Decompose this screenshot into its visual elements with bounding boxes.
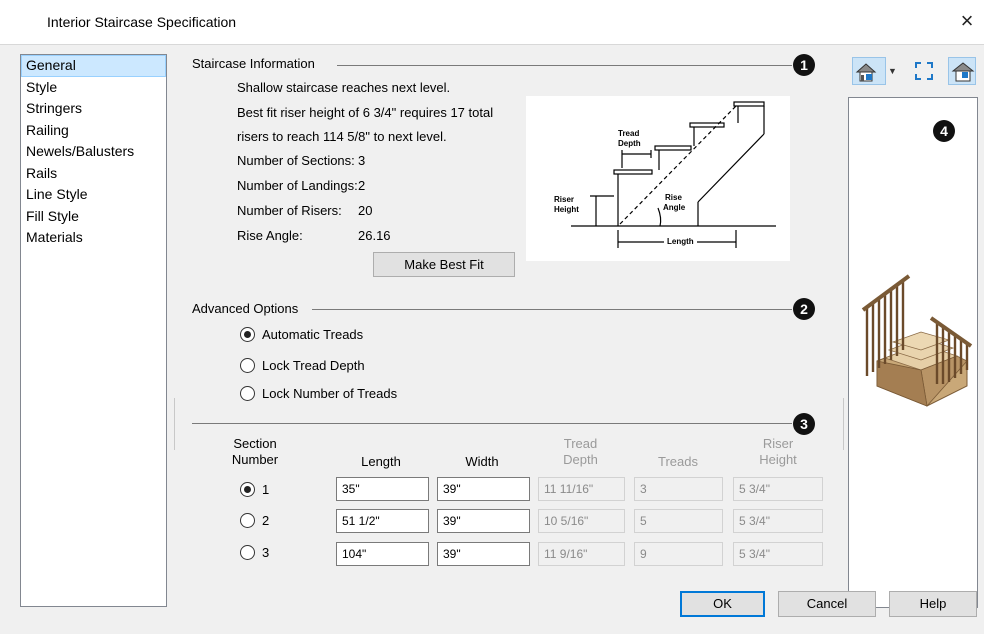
section-2-treads-field: 5 [634,509,723,533]
rise-angle-value: 26.16 [358,228,391,243]
sidebar-item-newels-balusters[interactable]: Newels/Balusters [21,141,166,163]
splitter-handle-left[interactable] [174,398,175,450]
column-header-treads: Treads [658,454,698,469]
sidebar-item-style[interactable]: Style [21,77,166,99]
stair-dimension-diagram: Tread Depth Riser Height Rise Angle Leng… [526,96,790,261]
header-line: Depth [563,452,598,467]
diagram-label-length: Length [664,237,697,246]
staircase-info-heading: Staircase Information [192,56,315,71]
automatic-treads-radio[interactable] [240,327,255,342]
section-1-length-input[interactable]: 35" [336,477,429,501]
column-header-tread-depth: Tread Depth [538,436,623,468]
diagram-label-depth: Depth [618,139,641,148]
sections-value: 3 [358,153,366,168]
diagram-label-tread: Tread [618,129,640,138]
diagram-label-angle: Angle [663,203,686,212]
sidebar-item-materials[interactable]: Materials [21,227,166,249]
sidebar-item-rails[interactable]: Rails [21,163,166,185]
3d-preview-pane[interactable]: 4 [848,97,978,608]
title-bar: Interior Staircase Specification × [0,0,984,44]
callout-badge-3: 3 [793,413,815,435]
column-header-section-number: Section Number [225,436,285,468]
section-3-length-input[interactable]: 104" [336,542,429,566]
lock-tread-depth-radio[interactable] [240,358,255,373]
splitter-handle-right[interactable] [843,398,844,450]
lock-number-of-treads-label[interactable]: Lock Number of Treads [262,386,397,401]
callout-badge-4: 4 [933,120,955,142]
section-3-riser-height-field: 5 3/4" [733,542,823,566]
header-line: Section [233,436,277,451]
section-3-radio[interactable] [240,545,255,560]
sidebar-item-line-style[interactable]: Line Style [21,184,166,206]
stair-diagram-svg [571,101,776,248]
cancel-button[interactable]: Cancel [778,591,876,617]
section-1-tread-depth-field: 11 11/16" [538,477,625,501]
callout-badge-2: 2 [793,298,815,320]
section-2-length-input[interactable]: 51 1/2" [336,509,429,533]
info-message-line-3: risers to reach 114 5/8" to next level. [237,129,447,144]
diagram-label-rise: Rise [665,193,682,202]
section-rule [312,309,792,310]
info-message-line-1: Shallow staircase reaches next level. [237,80,451,95]
rise-angle-label: Rise Angle: [237,228,303,243]
callout-badge-1: 1 [793,54,815,76]
camera-view-icon[interactable] [852,57,886,85]
column-header-length: Length [361,454,401,469]
header-line: Height [759,452,797,467]
lock-number-of-treads-radio[interactable] [240,386,255,401]
risers-value: 20 [358,203,373,218]
section-3-number[interactable]: 3 [262,545,269,560]
title-divider [0,44,984,45]
section-1-number[interactable]: 1 [262,482,269,497]
column-header-width: Width [465,454,499,469]
make-best-fit-button[interactable]: Make Best Fit [373,252,515,277]
header-line: Riser [762,436,794,451]
lock-tread-depth-label[interactable]: Lock Tread Depth [262,358,365,373]
section-3-width-input[interactable]: 39" [437,542,530,566]
section-2-number[interactable]: 2 [262,513,269,528]
section-2-riser-height-field: 5 3/4" [733,509,823,533]
risers-label: Number of Risers: [237,203,342,218]
column-header-riser-height: Riser Height [733,436,823,468]
diagram-label-height: Height [554,205,579,214]
chevron-down-icon[interactable]: ▼ [888,66,897,76]
section-1-width-input[interactable]: 39" [437,477,530,501]
section-2-width-input[interactable]: 39" [437,509,530,533]
header-line: Number [231,452,279,467]
advanced-options-heading: Advanced Options [192,301,299,316]
sidebar-item-stringers[interactable]: Stringers [21,98,166,120]
category-list[interactable]: General Style Stringers Railing Newels/B… [20,54,167,607]
close-button[interactable]: × [955,9,979,33]
stair-3d-render [861,274,973,407]
landings-value: 2 [358,178,366,193]
section-1-radio[interactable] [240,482,255,497]
section-3-tread-depth-field: 11 9/16" [538,542,625,566]
section-3-treads-field: 9 [634,542,723,566]
sections-label: Number of Sections: [237,153,355,168]
section-2-radio[interactable] [240,513,255,528]
sidebar-item-general[interactable]: General [21,55,166,77]
ok-button[interactable]: OK [680,591,765,617]
section-1-riser-height-field: 5 3/4" [733,477,823,501]
help-button[interactable]: Help [889,591,977,617]
window-title: Interior Staircase Specification [47,14,237,30]
diagram-label-riser: Riser [554,195,575,204]
fit-view-icon[interactable] [910,57,938,85]
header-line: Tread [563,436,598,451]
info-message-line-2: Best fit riser height of 6 3/4" requires… [237,105,494,120]
floor-plan-view-icon[interactable] [948,57,976,85]
landings-label: Number of Landings: [237,178,358,193]
section-1-treads-field: 3 [634,477,723,501]
section-rule [192,423,792,424]
sidebar-item-fill-style[interactable]: Fill Style [21,206,166,228]
automatic-treads-label[interactable]: Automatic Treads [262,327,363,342]
sidebar-item-railing[interactable]: Railing [21,120,166,142]
section-2-tread-depth-field: 10 5/16" [538,509,625,533]
section-rule [337,65,792,66]
